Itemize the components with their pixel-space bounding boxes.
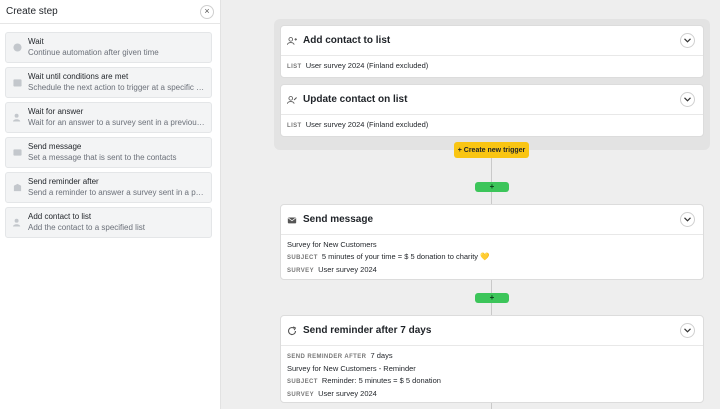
message-name: Survey for New Customers bbox=[287, 240, 377, 249]
user-add-icon bbox=[13, 218, 21, 227]
list-value: User survey 2024 (Finland excluded) bbox=[305, 120, 429, 129]
survey-value: User survey 2024 bbox=[318, 265, 377, 274]
step-item-wait[interactable]: Wait Continue automation after given tim… bbox=[5, 32, 212, 63]
card-body: LIST User survey 2024 (Finland excluded) bbox=[281, 56, 703, 77]
card-title: Add contact to list bbox=[303, 35, 391, 46]
step-desc: Schedule the next action to trigger at a… bbox=[28, 83, 205, 92]
reminder-name: Survey for New Customers - Reminder bbox=[287, 364, 416, 373]
card-send-reminder[interactable]: Send reminder after 7 days SEND REMINDER… bbox=[280, 315, 704, 403]
survey-row: SURVEY User survey 2024 bbox=[287, 388, 697, 401]
subject-label: SUBJECT bbox=[287, 379, 318, 385]
step-desc: Continue automation after given time bbox=[28, 48, 159, 57]
mail-icon bbox=[287, 217, 297, 223]
chevron-down-icon bbox=[684, 97, 691, 102]
step-name: Wait bbox=[28, 37, 44, 46]
step-desc: Set a message that is sent to the contac… bbox=[28, 153, 177, 162]
card-title: Send reminder after 7 days bbox=[303, 325, 432, 336]
add-step-button[interactable]: + bbox=[475, 182, 509, 192]
reminder-after-label: SEND REMINDER AFTER bbox=[287, 354, 367, 360]
reminder-icon bbox=[13, 183, 22, 192]
step-item-add-contact[interactable]: Add contact to list Add the contact to a… bbox=[5, 207, 212, 238]
mail-icon bbox=[13, 149, 22, 156]
calendar-icon bbox=[13, 79, 22, 87]
survey-row: SURVEY User survey 2024 bbox=[287, 264, 697, 277]
automation-canvas: Add contact to list LIST User survey 202… bbox=[221, 0, 720, 409]
step-list: Wait Continue automation after given tim… bbox=[0, 24, 220, 238]
yellow-heart-icon: 💛 bbox=[480, 252, 490, 261]
panel-title: Create step bbox=[6, 6, 58, 17]
user-add-icon bbox=[287, 36, 297, 45]
list-value: User survey 2024 (Finland excluded) bbox=[305, 61, 429, 70]
add-step-button[interactable]: + bbox=[475, 293, 509, 303]
create-new-trigger-button[interactable]: + Create new trigger bbox=[454, 142, 529, 158]
step-desc: Send a reminder to answer a survey sent … bbox=[28, 188, 205, 197]
chevron-down-icon bbox=[684, 38, 691, 43]
card-update-contact[interactable]: Update contact on list LIST User survey … bbox=[280, 84, 704, 137]
user-wait-icon bbox=[13, 113, 21, 122]
card-title: Update contact on list bbox=[303, 94, 408, 105]
survey-label: SURVEY bbox=[287, 392, 314, 398]
subject-row: SUBJECT Reminder: 5 minutes = $ 5 donati… bbox=[287, 375, 697, 388]
survey-value: User survey 2024 bbox=[318, 389, 377, 398]
chevron-down-icon bbox=[684, 328, 691, 333]
collapse-button[interactable] bbox=[680, 323, 695, 338]
step-name: Add contact to list bbox=[28, 212, 92, 221]
card-body: LIST User survey 2024 (Finland excluded) bbox=[281, 115, 703, 136]
refresh-icon bbox=[288, 325, 297, 335]
clock-icon bbox=[13, 43, 22, 52]
card-header: Send reminder after 7 days bbox=[281, 316, 703, 346]
subject-row: SUBJECT 5 minutes of your time = $ 5 don… bbox=[287, 251, 697, 264]
list-row: LIST User survey 2024 (Finland excluded) bbox=[287, 119, 697, 132]
card-add-contact[interactable]: Add contact to list LIST User survey 202… bbox=[280, 25, 704, 78]
card-header: Send message bbox=[281, 205, 703, 235]
step-item-wait-for-answer[interactable]: Wait for answer Wait for an answer to a … bbox=[5, 102, 212, 133]
survey-label: SURVEY bbox=[287, 268, 314, 274]
card-send-message[interactable]: Send message Survey for New Customers SU… bbox=[280, 204, 704, 280]
step-name: Wait for answer bbox=[28, 107, 84, 116]
step-item-send-message[interactable]: Send message Set a message that is sent … bbox=[5, 137, 212, 168]
list-row: LIST User survey 2024 (Finland excluded) bbox=[287, 60, 697, 73]
user-edit-icon bbox=[287, 95, 297, 104]
card-header: Update contact on list bbox=[281, 85, 703, 115]
collapse-button[interactable] bbox=[680, 92, 695, 107]
step-name: Send reminder after bbox=[28, 177, 99, 186]
collapse-button[interactable] bbox=[680, 212, 695, 227]
step-name: Wait until conditions are met bbox=[28, 72, 129, 81]
card-body: SEND REMINDER AFTER 7 days Survey for Ne… bbox=[281, 346, 703, 402]
step-item-wait-until-conditions[interactable]: Wait until conditions are met Schedule t… bbox=[5, 67, 212, 98]
collapse-button[interactable] bbox=[680, 33, 695, 48]
step-desc: Add the contact to a specified list bbox=[28, 223, 145, 232]
close-icon: × bbox=[204, 6, 210, 16]
subject-value: Reminder: 5 minutes = $ 5 donation bbox=[321, 376, 441, 385]
card-body: Survey for New Customers SUBJECT 5 minut… bbox=[281, 235, 703, 279]
panel-header: Create step × bbox=[0, 0, 220, 24]
step-name: Send message bbox=[28, 142, 82, 151]
create-step-panel: Create step × Wait Continue automation a… bbox=[0, 0, 221, 409]
subject-value: 5 minutes of your time = $ 5 donation to… bbox=[321, 252, 479, 261]
step-item-send-reminder[interactable]: Send reminder after Send a reminder to a… bbox=[5, 172, 212, 203]
list-label: LIST bbox=[287, 64, 302, 70]
close-button[interactable]: × bbox=[200, 4, 214, 19]
card-title: Send message bbox=[303, 214, 374, 225]
reminder-after-row: SEND REMINDER AFTER 7 days bbox=[287, 350, 697, 363]
chevron-down-icon bbox=[684, 217, 691, 222]
step-desc: Wait for an answer to a survey sent in a… bbox=[28, 118, 205, 127]
list-label: LIST bbox=[287, 123, 302, 129]
subject-label: SUBJECT bbox=[287, 255, 318, 261]
card-header: Add contact to list bbox=[281, 26, 703, 56]
reminder-after-value: 7 days bbox=[370, 351, 393, 360]
